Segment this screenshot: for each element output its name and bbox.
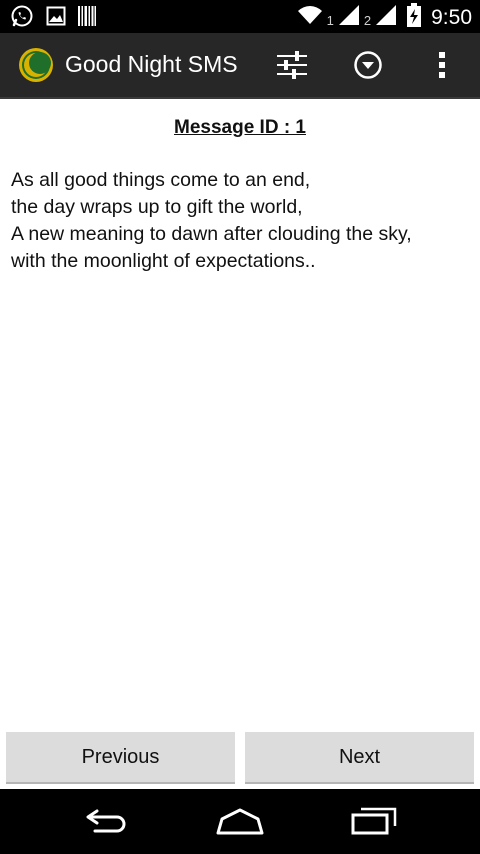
status-bar: 1 2 9:50 bbox=[0, 0, 480, 33]
message-content: Message ID : 1 As all good things come t… bbox=[0, 99, 480, 731]
whatsapp-icon bbox=[10, 4, 34, 33]
message-body: As all good things come to an end, the d… bbox=[11, 167, 471, 275]
overflow-menu-icon[interactable] bbox=[422, 45, 462, 85]
system-navigation-bar bbox=[0, 789, 480, 854]
message-line: with the moonlight of expectations.. bbox=[11, 250, 316, 272]
navigation-button-row: Previous Next bbox=[0, 731, 480, 789]
app-logo-moon-icon[interactable] bbox=[18, 47, 54, 83]
image-icon bbox=[46, 6, 66, 31]
signal-icon-2 bbox=[375, 4, 397, 31]
back-icon[interactable] bbox=[77, 801, 137, 841]
wifi-icon bbox=[297, 4, 323, 31]
message-id-heading: Message ID : 1 bbox=[174, 117, 306, 138]
message-line: the day wraps up to gift the world, bbox=[11, 196, 303, 218]
previous-button[interactable]: Previous bbox=[6, 732, 235, 784]
sim1-label: 1 bbox=[326, 13, 334, 28]
message-line: A new meaning to dawn after clouding the… bbox=[11, 223, 412, 245]
sim2-label: 2 bbox=[363, 13, 372, 28]
recent-apps-icon[interactable] bbox=[344, 801, 404, 841]
signal-icon bbox=[338, 4, 360, 31]
app-title: Good Night SMS bbox=[65, 51, 238, 77]
battery-charging-icon bbox=[407, 3, 422, 32]
dropdown-circle-icon[interactable] bbox=[348, 45, 388, 85]
settings-sliders-icon[interactable] bbox=[272, 45, 312, 85]
screen: 1 2 9:50 Good Night SMS Message ID: 1 A… bbox=[0, 0, 480, 854]
home-icon[interactable] bbox=[210, 801, 270, 841]
barcode-icon bbox=[78, 6, 96, 31]
status-time: 9:50 bbox=[431, 5, 472, 29]
message-line: As all good things come to an end, bbox=[11, 169, 311, 191]
next-button[interactable]: Next bbox=[245, 732, 474, 784]
action-bar: Good Night SMS bbox=[0, 33, 480, 99]
